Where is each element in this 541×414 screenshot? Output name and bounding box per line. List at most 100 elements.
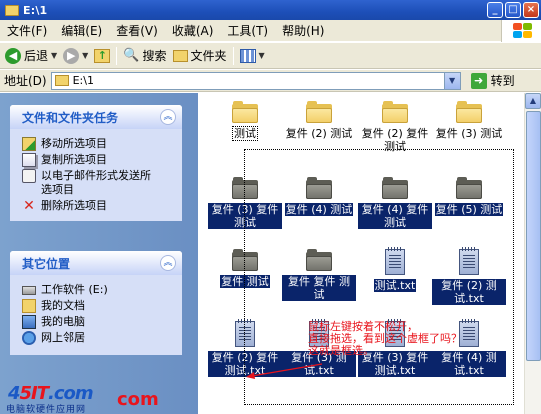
minimize-button[interactable]: _ xyxy=(487,2,503,18)
my-computer-icon xyxy=(22,315,36,329)
annotation-line-3: 这就是框选。 xyxy=(308,344,374,357)
search-label: 搜索 xyxy=(142,49,167,63)
forward-button[interactable]: ▶ ▼ xyxy=(60,45,91,67)
other-places-header[interactable]: 其它位置 ︽ xyxy=(10,251,182,275)
menu-help[interactable]: 帮助(H) xyxy=(275,22,331,39)
toolbar-separator xyxy=(232,46,234,65)
toolbar: ◀ 后退 ▼ ▶ ▼ ↑ 🔍 搜索 文件夹 ▼ xyxy=(0,43,541,69)
folders-label: 文件夹 xyxy=(190,49,227,63)
close-button[interactable]: × xyxy=(523,2,539,18)
move-icon xyxy=(22,137,36,151)
search-button[interactable]: 🔍 搜索 xyxy=(120,45,169,67)
item-label: 测试 xyxy=(232,126,258,141)
menu-bar: 文件(F) 编辑(E) 查看(V) 收藏(A) 工具(T) 帮助(H) xyxy=(0,20,541,42)
task-email[interactable]: 以电子邮件形式发送所选项目 xyxy=(22,169,176,197)
collapse-icon[interactable]: ︽ xyxy=(160,255,176,271)
address-input[interactable]: E:\1 ▼ xyxy=(50,71,461,90)
collapse-icon[interactable]: ︽ xyxy=(160,109,176,125)
menu-favorites[interactable]: 收藏(A) xyxy=(165,22,221,39)
file-tasks-header[interactable]: 文件和文件夹任务 ︽ xyxy=(10,105,182,129)
windows-logo xyxy=(501,20,541,42)
scroll-up-button[interactable]: ▲ xyxy=(525,93,541,109)
folder-icon xyxy=(172,49,188,62)
task-email-label: 以电子邮件形式发送所选项目 xyxy=(41,169,151,196)
back-arrow-icon: ◀ xyxy=(5,47,21,64)
task-copy[interactable]: 复制所选项目 xyxy=(22,153,176,167)
place-my-documents-label: 我的文档 xyxy=(41,299,85,312)
maximize-button[interactable]: □ xyxy=(505,2,521,18)
folders-button[interactable]: 文件夹 xyxy=(170,45,230,67)
file-tasks-list: 移动所选项目 复制所选项目 以电子邮件形式发送所选项目 ✕ 删除所选项目 xyxy=(10,129,182,221)
folder-icon xyxy=(232,101,258,123)
chevron-down-icon: ▼ xyxy=(82,51,89,60)
vertical-scrollbar[interactable]: ▲ xyxy=(524,93,541,414)
up-folder-icon: ↑ xyxy=(94,48,111,63)
place-my-documents[interactable]: 我的文档 xyxy=(22,299,176,313)
annotation-text: 鼠标左键按着不松开， 直接拖选，看到这个虚框了吗？ 这就是框选。 xyxy=(308,321,462,357)
back-button[interactable]: ◀ 后退 ▼ xyxy=(2,45,60,67)
task-move[interactable]: 移动所选项目 xyxy=(22,137,176,151)
place-drive-e-label: 工作软件 (E:) xyxy=(41,283,108,296)
file-tasks-panel: 文件和文件夹任务 ︽ 移动所选项目 复制所选项目 以电子邮件形式发送所选项目 ✕ xyxy=(10,105,182,221)
folder-item[interactable]: 复件 (2) 复件 测试 xyxy=(358,101,432,153)
chevron-down-icon: ▼ xyxy=(258,51,265,60)
folder-item[interactable]: 复件 (3) 测试 xyxy=(432,101,506,140)
task-delete[interactable]: ✕ 删除所选项目 xyxy=(22,199,176,213)
callout-arrow xyxy=(246,363,323,379)
place-drive-e[interactable]: 工作软件 (E:) xyxy=(22,283,176,297)
folder-item[interactable]: 测试 xyxy=(208,101,282,141)
back-label: 后退 xyxy=(24,49,49,63)
place-network-label: 网上邻居 xyxy=(41,331,85,344)
menu-tools[interactable]: 工具(T) xyxy=(220,22,275,39)
go-arrow-icon: ➜ xyxy=(470,72,487,89)
views-button[interactable]: ▼ xyxy=(237,45,268,67)
file-view[interactable]: 测试 复件 (2) 测试 复件 (2) 复件 测试 复件 (3) 测试 复件 (3) 复… xyxy=(198,93,541,414)
task-delete-label: 删除所选项目 xyxy=(41,199,107,212)
drive-icon xyxy=(22,286,36,295)
folder-icon xyxy=(306,101,332,123)
place-my-computer[interactable]: 我的电脑 xyxy=(22,315,176,329)
go-button[interactable]: ➜ 转到 xyxy=(470,72,515,89)
menu-edit[interactable]: 编辑(E) xyxy=(54,22,109,39)
task-copy-label: 复制所选项目 xyxy=(41,153,107,166)
other-places-list: 工作软件 (E:) 我的文档 我的电脑 网上邻居 xyxy=(10,275,182,355)
folder-icon xyxy=(382,101,408,123)
windows-flag-icon xyxy=(512,23,532,39)
delete-x-icon: ✕ xyxy=(23,198,35,214)
title-bar[interactable]: E:\1 _ □ × xyxy=(0,0,541,20)
folder-icon xyxy=(456,101,482,123)
window-controls: _ □ × xyxy=(487,2,539,18)
place-my-computer-label: 我的电脑 xyxy=(41,315,85,328)
other-places-panel: 其它位置 ︽ 工作软件 (E:) 我的文档 我的电脑 网上邻居 xyxy=(10,251,182,355)
network-icon xyxy=(22,331,36,345)
explorer-window: E:\1 _ □ × 文件(F) 编辑(E) 查看(V) 收藏(A) 工具(T)… xyxy=(0,0,541,414)
address-value: E:\1 xyxy=(72,74,94,87)
search-icon: 🔍 xyxy=(123,48,140,63)
menu-view[interactable]: 查看(V) xyxy=(109,22,165,39)
scroll-thumb[interactable] xyxy=(526,111,541,361)
chevron-down-icon: ▼ xyxy=(51,51,58,60)
other-places-title: 其它位置 xyxy=(22,256,71,271)
address-bar: 地址(D) E:\1 ▼ ➜ 转到 xyxy=(0,70,541,92)
forward-arrow-icon: ▶ xyxy=(63,47,80,64)
task-pane: 文件和文件夹任务 ︽ 移动所选项目 复制所选项目 以电子邮件形式发送所选项目 ✕ xyxy=(0,93,198,414)
task-move-label: 移动所选项目 xyxy=(41,137,107,150)
toolbar-separator xyxy=(116,46,118,65)
menu-file[interactable]: 文件(F) xyxy=(0,22,54,39)
place-network[interactable]: 网上邻居 xyxy=(22,331,176,345)
my-documents-icon xyxy=(22,299,36,313)
folder-item[interactable]: 复件 (2) 测试 xyxy=(282,101,356,140)
address-label: 地址(D) xyxy=(4,74,47,88)
item-label: 复件 (3) 测试 xyxy=(435,127,503,140)
folder-icon xyxy=(5,4,19,16)
window-title: E:\1 xyxy=(23,3,48,17)
go-label: 转到 xyxy=(490,74,515,88)
email-icon xyxy=(22,169,36,183)
copy-icon xyxy=(22,153,36,167)
address-dropdown-button[interactable]: ▼ xyxy=(443,72,460,89)
views-icon xyxy=(239,48,256,63)
file-tasks-title: 文件和文件夹任务 xyxy=(22,110,119,125)
item-label: 复件 (2) 测试 xyxy=(285,127,353,140)
up-folder-button[interactable]: ↑ xyxy=(91,45,113,67)
folder-icon xyxy=(54,75,69,86)
